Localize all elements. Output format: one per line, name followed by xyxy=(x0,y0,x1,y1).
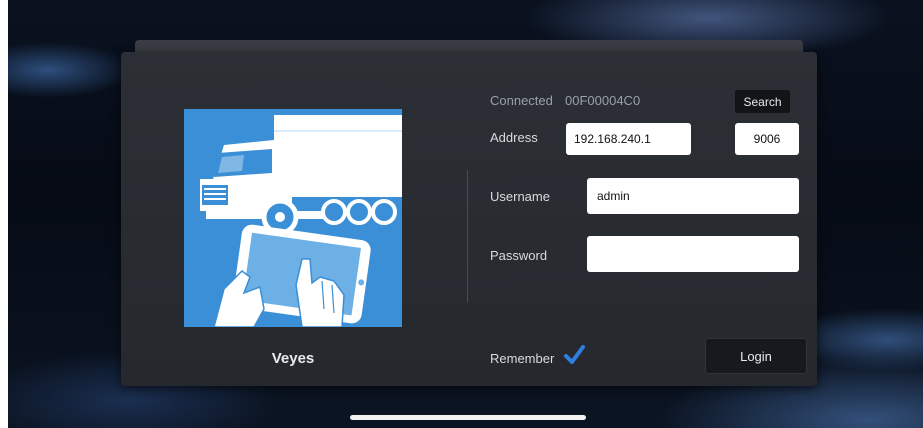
vertical-divider xyxy=(467,170,468,302)
address-input[interactable]: 192.168.240.1 xyxy=(566,123,691,155)
login-dialog: Veyes Connected 00F00004C0 Search Addres… xyxy=(121,52,817,386)
checkmark-icon xyxy=(564,345,585,364)
device-id-value: 00F00004C0 xyxy=(565,93,641,108)
login-button[interactable]: Login xyxy=(705,338,807,374)
truck-tablet-logo-icon xyxy=(184,109,402,327)
home-indicator[interactable] xyxy=(350,415,586,420)
username-input[interactable]: admin xyxy=(587,178,799,214)
username-label: Username xyxy=(490,189,550,204)
password-label: Password xyxy=(490,248,548,263)
remember-checkbox[interactable] xyxy=(563,344,585,366)
app-name: Veyes xyxy=(271,350,315,367)
app-logo xyxy=(184,109,402,327)
port-input[interactable]: 9006 xyxy=(735,123,799,155)
address-label: Address xyxy=(490,130,538,145)
screen-edge xyxy=(0,0,8,428)
connection-status-label: Connected xyxy=(490,93,553,108)
app-screen: Veyes Connected 00F00004C0 Search Addres… xyxy=(0,0,923,428)
search-button[interactable]: Search xyxy=(735,90,790,113)
password-input[interactable] xyxy=(587,236,799,272)
remember-label: Remember xyxy=(490,351,555,366)
